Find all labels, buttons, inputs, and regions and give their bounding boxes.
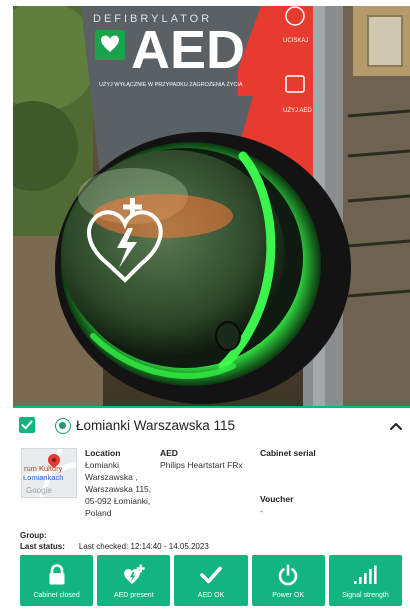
- heart-bolt-icon: [121, 563, 147, 587]
- sign-brand: AED: [131, 20, 245, 80]
- voucher-block: Voucher -: [260, 493, 360, 517]
- select-checkbox[interactable]: [19, 417, 35, 433]
- sign-subtext: UŻYJ WYŁĄCZNIE W PRZYPADKU ZAGROŻENIA ŻY…: [99, 81, 243, 88]
- tile-label: Signal strength: [342, 592, 389, 599]
- aed-present-tile[interactable]: AED present: [97, 555, 171, 606]
- voucher-heading: Voucher: [260, 494, 294, 504]
- aed-model: Philips Heartstart FRx: [160, 460, 243, 470]
- address-line: 05-092 Łomianki,: [85, 496, 151, 506]
- power-ok-tile[interactable]: Power OK: [251, 555, 325, 606]
- voucher-value: -: [260, 506, 263, 516]
- address-line: Łomianki: [85, 460, 120, 470]
- location-map-thumbnail[interactable]: rum Kultury Łomiankach Google: [21, 448, 77, 498]
- aed-detail-card: Łomianki Warszawska 115 rum Kultury Łomi…: [13, 406, 410, 610]
- address-line: Warszawska ,: [85, 472, 138, 482]
- map-label: Łomiankach: [23, 473, 64, 482]
- power-icon: [275, 563, 301, 587]
- signal-bars-icon: [352, 563, 378, 587]
- aed-ok-tile[interactable]: AED OK: [174, 555, 248, 606]
- tile-label: AED OK: [197, 592, 225, 599]
- status-indicator-icon: [55, 418, 71, 434]
- tile-label: Cabinet closed: [33, 592, 80, 599]
- address-line: Poland: [85, 508, 112, 518]
- location-heading: Location: [85, 448, 121, 458]
- aed-heading: AED: [160, 448, 178, 458]
- tile-label: AED present: [113, 592, 154, 599]
- last-status-label: Last status:: [20, 542, 65, 551]
- chevron-up-icon[interactable]: [389, 419, 403, 431]
- last-status-row: Last status: Last checked: 12:14:40 - 14.…: [20, 542, 209, 551]
- location-block: Location Łomianki Warszawska , Warszawsk…: [85, 447, 157, 519]
- tile-label: Power OK: [272, 592, 305, 599]
- map-attribution: Google: [26, 486, 52, 495]
- cabinet-serial-block: Cabinet serial: [260, 447, 360, 459]
- cabinet-serial-heading: Cabinet serial: [260, 448, 316, 458]
- status-tiles: Cabinet closed AED present AED OK Power …: [20, 555, 403, 606]
- aed-block: AED Philips Heartstart FRx: [160, 447, 260, 471]
- aed-cabinet-photo: DEFIBRYLATOR AED UŻYJ WYŁĄCZNIE W PRZYPA…: [13, 6, 410, 406]
- checkmark-icon: [198, 563, 224, 587]
- sign-step1: UCISKAJ: [283, 38, 308, 44]
- group-label: Group:: [20, 531, 47, 540]
- site-title: Łomianki Warszawska 115: [76, 418, 236, 433]
- cabinet-closed-tile[interactable]: Cabinet closed: [20, 555, 94, 606]
- sign-step2: UŻYJ AED: [283, 107, 312, 114]
- last-status-value: Last checked: 12:14:40 - 14.05.2023: [78, 542, 209, 551]
- lock-icon: [44, 563, 70, 587]
- signal-strength-tile[interactable]: Signal strength: [328, 555, 403, 606]
- card-header[interactable]: Łomianki Warszawska 115: [13, 408, 410, 440]
- address-line: Warszawska 115,: [85, 484, 152, 494]
